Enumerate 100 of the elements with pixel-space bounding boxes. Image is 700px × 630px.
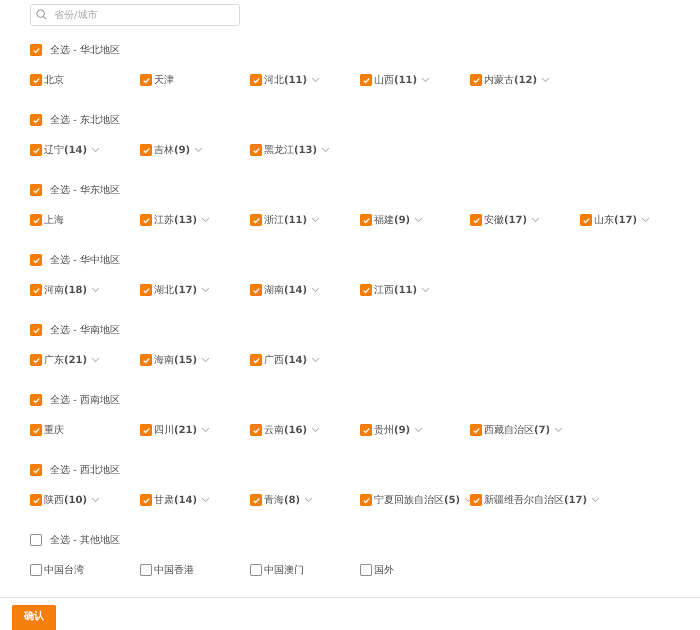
region-label[interactable]: 山西(11): [374, 72, 418, 88]
checkbox[interactable]: [30, 254, 42, 266]
chevron-down-icon[interactable]: [311, 217, 320, 223]
checkbox[interactable]: [250, 214, 262, 226]
region-label[interactable]: 湖北(17): [154, 282, 198, 298]
region-label[interactable]: 中国澳门: [264, 562, 304, 578]
region-label[interactable]: 北京: [44, 72, 64, 88]
region-label[interactable]: 青海(8): [264, 492, 300, 508]
checkbox[interactable]: [470, 74, 482, 86]
chevron-down-icon[interactable]: [194, 147, 204, 153]
checkbox[interactable]: [250, 284, 262, 296]
chevron-down-icon[interactable]: [311, 427, 320, 433]
region-label[interactable]: 吉林(9): [154, 142, 190, 158]
select-all-label[interactable]: 全选 - 华中地区: [50, 252, 120, 268]
region-label[interactable]: 中国台湾: [44, 562, 84, 578]
checkbox[interactable]: [140, 214, 152, 226]
chevron-down-icon[interactable]: [311, 77, 320, 83]
checkbox[interactable]: [30, 394, 42, 406]
checkbox[interactable]: [30, 494, 42, 506]
checkbox[interactable]: [360, 564, 372, 576]
region-label[interactable]: 云南(16): [264, 422, 308, 438]
checkbox[interactable]: [470, 494, 482, 506]
chevron-down-icon[interactable]: [531, 217, 540, 223]
chevron-down-icon[interactable]: [421, 287, 430, 293]
region-label[interactable]: 陕西(10): [44, 492, 88, 508]
region-label[interactable]: 山东(17): [594, 212, 638, 228]
checkbox[interactable]: [250, 74, 262, 86]
checkbox[interactable]: [30, 424, 42, 436]
region-label[interactable]: 新疆维吾尔自治区(17): [484, 492, 588, 508]
select-all-label[interactable]: 全选 - 华东地区: [50, 182, 120, 198]
checkbox[interactable]: [30, 464, 42, 476]
checkbox[interactable]: [140, 284, 152, 296]
checkbox[interactable]: [360, 424, 372, 436]
checkbox[interactable]: [30, 214, 42, 226]
search-field[interactable]: 省份/城市: [30, 4, 240, 26]
region-label[interactable]: 河北(11): [264, 72, 308, 88]
checkbox[interactable]: [30, 144, 42, 156]
chevron-down-icon[interactable]: [421, 77, 430, 83]
checkbox[interactable]: [250, 564, 262, 576]
chevron-down-icon[interactable]: [91, 147, 100, 153]
select-all-label[interactable]: 全选 - 其他地区: [50, 532, 120, 548]
checkbox[interactable]: [250, 354, 262, 366]
region-label[interactable]: 甘肃(14): [154, 492, 198, 508]
region-label[interactable]: 海南(15): [154, 352, 198, 368]
region-label[interactable]: 上海: [44, 212, 64, 228]
chevron-down-icon[interactable]: [91, 497, 100, 503]
checkbox[interactable]: [140, 354, 152, 366]
region-label[interactable]: 宁夏回族自治区(5): [374, 492, 460, 508]
region-label[interactable]: 浙江(11): [264, 212, 308, 228]
chevron-down-icon[interactable]: [311, 287, 320, 293]
chevron-down-icon[interactable]: [201, 287, 210, 293]
checkbox[interactable]: [140, 74, 152, 86]
region-label[interactable]: 黑龙江(13): [264, 142, 318, 158]
checkbox[interactable]: [30, 534, 42, 546]
checkbox[interactable]: [250, 144, 262, 156]
checkbox[interactable]: [360, 74, 372, 86]
region-label[interactable]: 安徽(17): [484, 212, 528, 228]
region-label[interactable]: 江西(11): [374, 282, 418, 298]
checkbox[interactable]: [30, 114, 42, 126]
checkbox[interactable]: [470, 424, 482, 436]
chevron-down-icon[interactable]: [554, 427, 564, 433]
chevron-down-icon[interactable]: [91, 357, 100, 363]
region-label[interactable]: 福建(9): [374, 212, 410, 228]
chevron-down-icon[interactable]: [201, 217, 210, 223]
checkbox[interactable]: [580, 214, 592, 226]
chevron-down-icon[interactable]: [201, 497, 210, 503]
chevron-down-icon[interactable]: [91, 287, 100, 293]
checkbox[interactable]: [140, 144, 152, 156]
chevron-down-icon[interactable]: [321, 147, 330, 153]
region-label[interactable]: 内蒙古(12): [484, 72, 538, 88]
checkbox[interactable]: [360, 284, 372, 296]
chevron-down-icon[interactable]: [414, 427, 424, 433]
checkbox[interactable]: [30, 44, 42, 56]
select-all-label[interactable]: 全选 - 西南地区: [50, 392, 120, 408]
checkbox[interactable]: [250, 424, 262, 436]
region-label[interactable]: 天津: [154, 72, 174, 88]
region-label[interactable]: 河南(18): [44, 282, 88, 298]
chevron-down-icon[interactable]: [641, 217, 650, 223]
region-label[interactable]: 贵州(9): [374, 422, 410, 438]
chevron-down-icon[interactable]: [201, 427, 210, 433]
region-label[interactable]: 四川(21): [154, 422, 198, 438]
region-label[interactable]: 重庆: [44, 422, 64, 438]
select-all-label[interactable]: 全选 - 东北地区: [50, 112, 120, 128]
region-label[interactable]: 国外: [374, 562, 394, 578]
checkbox[interactable]: [470, 214, 482, 226]
checkbox[interactable]: [360, 214, 372, 226]
select-all-label[interactable]: 全选 - 西北地区: [50, 462, 120, 478]
region-label[interactable]: 中国香港: [154, 562, 194, 578]
region-label[interactable]: 广东(21): [44, 352, 88, 368]
chevron-down-icon[interactable]: [304, 497, 314, 503]
region-label[interactable]: 江苏(13): [154, 212, 198, 228]
region-label[interactable]: 湖南(14): [264, 282, 308, 298]
checkbox[interactable]: [30, 284, 42, 296]
checkbox[interactable]: [30, 354, 42, 366]
chevron-down-icon[interactable]: [414, 217, 424, 223]
select-all-label[interactable]: 全选 - 华南地区: [50, 322, 120, 338]
checkbox[interactable]: [360, 494, 372, 506]
checkbox[interactable]: [30, 324, 42, 336]
chevron-down-icon[interactable]: [311, 357, 320, 363]
checkbox[interactable]: [140, 564, 152, 576]
